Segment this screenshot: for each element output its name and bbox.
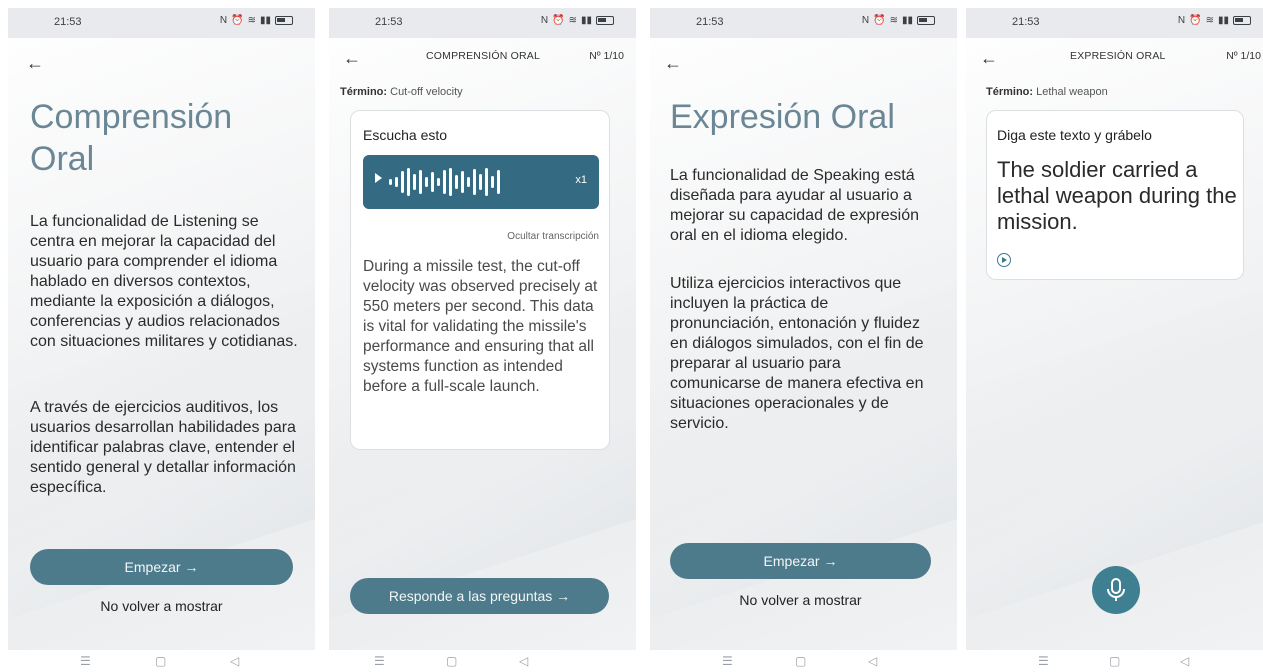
back-arrow-icon[interactable]: ← (343, 48, 361, 69)
home-icon[interactable]: ▢ (446, 654, 457, 668)
back-triangle-icon[interactable]: ◁ (868, 654, 877, 668)
intro-paragraph-1: La funcionalidad de Listening se centra … (30, 213, 298, 350)
intro-paragraph-2: Utiliza ejercicios interactivos que incl… (670, 275, 924, 432)
nfc-icon: N (540, 15, 549, 26)
intro-paragraph-2: A través de ejercicios auditivos, los us… (30, 399, 296, 496)
term-line: Término: Cut-off velocity (340, 86, 463, 98)
status-time: 21:53 (54, 16, 82, 28)
record-microphone-button[interactable] (1092, 566, 1140, 614)
phone-screen-listening-exercise: 21:53 N ⏰ ≋ ▮▮ ← COMPRENSIÓN ORAL Nº 1/1… (329, 8, 636, 672)
back-triangle-icon[interactable]: ◁ (519, 654, 528, 668)
status-icons: N ⏰ ≋ ▮▮ (541, 15, 614, 26)
signal-icon: ▮▮ (901, 15, 913, 26)
dont-show-again-link[interactable]: No volver a mostrar (30, 598, 293, 614)
card-label: Escucha esto (363, 127, 448, 143)
header-title: COMPRENSIÓN ORAL (426, 50, 541, 62)
intro-paragraph-1: La funcionalidad de Speaking está diseña… (670, 167, 920, 244)
home-icon[interactable]: ▢ (155, 654, 166, 668)
start-button[interactable]: Empezar → (670, 543, 931, 579)
signal-icon: ▮▮ (580, 15, 592, 26)
page-title: Comprensión Oral (30, 98, 233, 178)
transcript-text: During a missile test, the cut-off veloc… (363, 258, 598, 395)
signal-icon: ▮▮ (259, 15, 271, 26)
signal-icon: ▮▮ (1217, 15, 1229, 26)
status-bar: 21:53 N ⏰ ≋ ▮▮ (650, 8, 957, 38)
battery-icon (917, 16, 935, 25)
wifi-icon: ≋ (889, 15, 898, 26)
nfc-icon: N (219, 15, 228, 26)
status-bar: 21:53 N ⏰ ≋ ▮▮ (8, 8, 315, 38)
status-time: 21:53 (375, 16, 403, 28)
speak-card: Diga este texto y grábelo The soldier ca… (986, 110, 1244, 280)
menu-icon[interactable]: ☰ (722, 654, 733, 668)
nfc-icon: N (1177, 15, 1186, 26)
dont-show-again-link[interactable]: No volver a mostrar (670, 592, 931, 608)
system-nav-bar: ☰ ▢ ◁ (966, 650, 1263, 672)
status-icons: N ⏰ ≋ ▮▮ (220, 15, 293, 26)
status-icons: N ⏰ ≋ ▮▮ (1178, 15, 1251, 26)
question-counter: Nº 1/10 (1226, 50, 1261, 62)
waveform-icon (389, 167, 500, 197)
term-label: Término: (986, 86, 1034, 98)
speed-toggle[interactable]: x1 (575, 174, 587, 186)
hide-transcription-link[interactable]: Ocultar transcripción (507, 231, 599, 242)
listen-card: Escucha esto x1 Ocultar transcripción Du… (350, 110, 610, 450)
home-icon[interactable]: ▢ (1109, 654, 1120, 668)
back-arrow-icon[interactable]: ← (664, 54, 682, 72)
back-triangle-icon[interactable]: ◁ (1180, 654, 1189, 668)
phone-screen-speaking-exercise: 21:53 N ⏰ ≋ ▮▮ ← EXPRESIÓN ORAL Nº 1/10 … (966, 8, 1263, 672)
wifi-icon: ≋ (1205, 15, 1214, 26)
wifi-icon: ≋ (247, 15, 256, 26)
battery-icon (596, 16, 614, 25)
card-label: Diga este texto y grábelo (997, 127, 1152, 143)
page-title: Expresión Oral (670, 98, 895, 136)
menu-icon[interactable]: ☰ (1038, 654, 1049, 668)
alarm-icon: ⏰ (1189, 15, 1202, 26)
home-icon[interactable]: ▢ (795, 654, 806, 668)
back-arrow-icon[interactable]: ← (980, 48, 998, 69)
status-time: 21:53 (696, 16, 724, 28)
term-line: Término: Lethal weapon (986, 86, 1108, 98)
term-value: Cut-off velocity (390, 86, 463, 98)
screenshots-collage: 21:53 N ⏰ ≋ ▮▮ ← Comprensión Oral La fun… (0, 0, 1263, 672)
alarm-icon: ⏰ (231, 15, 244, 26)
question-counter: Nº 1/10 (589, 50, 624, 62)
sentence-to-say: The soldier carried a lethal weapon duri… (997, 157, 1237, 234)
play-icon[interactable] (375, 173, 382, 183)
term-value: Lethal weapon (1036, 86, 1108, 98)
alarm-icon: ⏰ (552, 15, 565, 26)
status-time: 21:53 (1012, 16, 1040, 28)
battery-icon (1233, 16, 1251, 25)
menu-icon[interactable]: ☰ (374, 654, 385, 668)
status-bar: 21:53 N ⏰ ≋ ▮▮ (966, 8, 1263, 38)
status-icons: N ⏰ ≋ ▮▮ (862, 15, 935, 26)
battery-icon (275, 16, 293, 25)
play-icon[interactable] (997, 253, 1011, 267)
audio-player[interactable]: x1 (363, 155, 599, 209)
start-button[interactable]: Empezar → (30, 549, 293, 585)
alarm-icon: ⏰ (873, 15, 886, 26)
term-label: Término: (340, 86, 388, 98)
wifi-icon: ≋ (568, 15, 577, 26)
status-bar: 21:53 N ⏰ ≋ ▮▮ (329, 8, 636, 38)
header-title: EXPRESIÓN ORAL (1070, 50, 1166, 62)
menu-icon[interactable]: ☰ (80, 654, 91, 668)
back-triangle-icon[interactable]: ◁ (230, 654, 239, 668)
answer-questions-button[interactable]: Responde a las preguntas → (350, 578, 609, 614)
back-arrow-icon[interactable]: ← (26, 54, 44, 72)
system-nav-bar: ☰ ▢ ◁ (650, 650, 957, 672)
phone-screen-speaking-intro: 21:53 N ⏰ ≋ ▮▮ ← Expresión Oral La funci… (650, 8, 957, 672)
phone-screen-listening-intro: 21:53 N ⏰ ≋ ▮▮ ← Comprensión Oral La fun… (8, 8, 315, 672)
system-nav-bar: ☰ ▢ ◁ (8, 650, 315, 672)
nfc-icon: N (861, 15, 870, 26)
system-nav-bar: ☰ ▢ ◁ (329, 650, 636, 672)
microphone-icon (1107, 578, 1125, 601)
